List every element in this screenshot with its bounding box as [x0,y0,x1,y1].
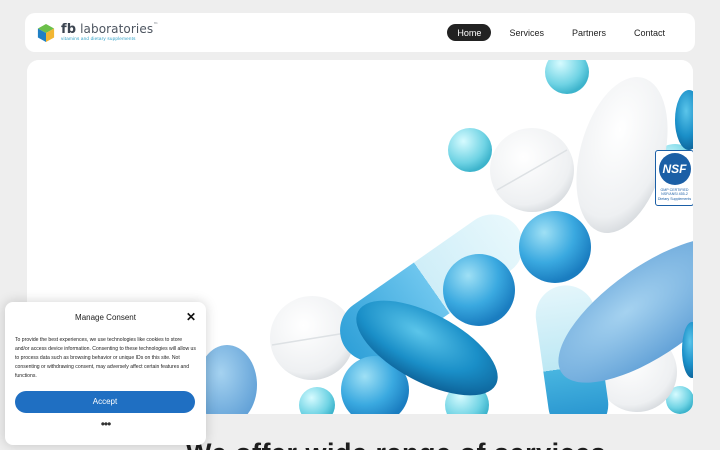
cookie-consent-dialog: Manage Consent ✕ To provide the best exp… [5,302,206,445]
site-logo[interactable]: fb laboratories™ vitamins and dietary su… [37,21,158,45]
accept-button[interactable]: Accept [15,390,195,413]
site-header: fb laboratories™ vitamins and dietary su… [25,13,695,52]
nav-partners[interactable]: Partners [562,24,616,42]
more-options-icon[interactable]: ••• [15,418,196,430]
consent-body-text: To provide the best experiences, we use … [15,337,196,379]
consent-title: Manage Consent [75,313,136,322]
services-heading: We offer wide range of services [186,438,606,450]
logo-text: fb laboratories™ vitamins and dietary su… [61,23,158,42]
logo-prefix: fb [61,22,77,38]
logo-suffix: laboratories [80,22,154,37]
nav-services[interactable]: Services [499,24,554,42]
nav-home[interactable]: Home [447,24,492,41]
close-icon[interactable]: ✕ [186,310,196,324]
nsf-logo: NSF [658,153,691,185]
main-nav: Home Services Partners Contact [447,24,675,42]
logo-cube-icon [37,23,55,42]
nsf-certification-badge: NSF GMP CERTIFIED NSF/ANSI 455-2 Dietary… [655,150,693,206]
nsf-line-3: Dietary Supplements [657,196,692,201]
nav-contact[interactable]: Contact [624,24,675,42]
logo-tagline: vitamins and dietary supplements [61,36,136,42]
logo-tm: ™ [153,22,159,29]
